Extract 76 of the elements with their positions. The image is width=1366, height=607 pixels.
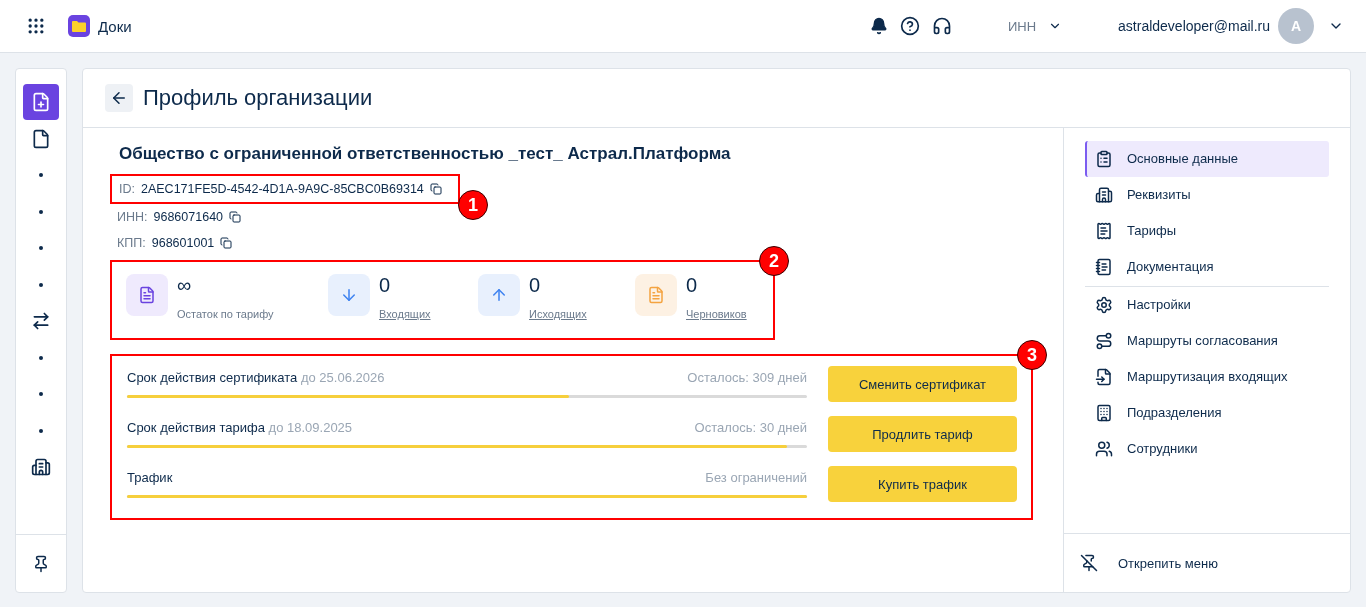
pin-icon[interactable]	[32, 554, 50, 573]
page-title: Профиль организации	[143, 85, 373, 111]
dot-icon	[39, 246, 43, 250]
limit-title: Срок действия сертификата до 25.06.2026	[127, 370, 385, 385]
help-button[interactable]	[899, 16, 920, 36]
callout-number: 1	[458, 190, 488, 220]
remaining-text: Осталось: 30 дней	[694, 420, 807, 435]
document-icon	[138, 286, 156, 304]
remaining-text: Осталось: 309 дней	[687, 370, 807, 385]
folder-logo-icon	[68, 15, 90, 37]
stat-link[interactable]: Исходящих	[529, 308, 587, 320]
copy-icon[interactable]	[429, 183, 442, 195]
action-button[interactable]: Сменить сертификат	[828, 366, 1017, 402]
nav-item[interactable]: Настройки	[1085, 287, 1329, 323]
remaining-text: Без ограничений	[705, 470, 807, 485]
inn-dropdown[interactable]: ИНН	[1007, 18, 1063, 34]
building-icon	[31, 457, 51, 477]
receipt-icon	[1095, 222, 1113, 240]
stat-value: 0	[379, 274, 392, 298]
file-input-icon	[1095, 368, 1113, 386]
building-icon	[1095, 186, 1113, 204]
action-button[interactable]: Купить трафик	[828, 466, 1017, 502]
arrow-down-icon	[340, 286, 358, 304]
nav-item[interactable]: Документация	[1085, 249, 1329, 285]
dot-icon	[39, 282, 43, 287]
stat-value: 0	[686, 274, 699, 298]
document-icon	[647, 286, 665, 304]
field-value: 968601001	[151, 236, 215, 250]
field-label: КПП:	[117, 236, 146, 250]
stat-value: 0	[529, 274, 542, 298]
nav-item[interactable]: Маршруты согласования	[1085, 323, 1329, 359]
unpin-icon	[1080, 554, 1098, 572]
field-value: 2AEC171FE5D-4542-4D1A-9A9C-85CBC0B69314	[141, 182, 424, 196]
document-icon	[1095, 258, 1113, 276]
organization-name: Общество с ограниченной ответственностью _тест_ Астрал.Платформа	[119, 144, 732, 164]
field-label: ИНН:	[117, 210, 148, 224]
copy-icon[interactable]	[220, 237, 233, 249]
document-icon	[31, 128, 51, 149]
nav-item[interactable]: Сотрудники	[1085, 431, 1329, 467]
dot-icon	[39, 173, 43, 177]
stat-value: ∞	[177, 274, 193, 298]
file-plus-icon	[31, 92, 51, 112]
stat-link[interactable]: Входящих	[379, 308, 431, 320]
stat-label: Остаток по тарифу	[177, 308, 274, 320]
user-email: astraldeveloper@mail.ru	[1118, 18, 1270, 34]
dot-icon	[39, 355, 43, 360]
rail-item[interactable]	[23, 84, 59, 120]
settings-icon	[1095, 296, 1113, 314]
users-icon	[1095, 440, 1113, 458]
nav-item[interactable]: Маршрутизация входящих	[1085, 359, 1329, 395]
notifications-button[interactable]	[869, 17, 888, 35]
unpin-menu-button[interactable]: Открепить меню	[1064, 533, 1350, 592]
field-value: 9686071640	[153, 210, 224, 224]
dot-icon	[39, 209, 43, 214]
dot-icon	[39, 428, 43, 433]
action-button[interactable]: Продлить тариф	[828, 416, 1017, 452]
copy-icon[interactable]	[229, 211, 242, 223]
callout-number: 3	[1017, 340, 1047, 370]
clipboard-icon	[1095, 150, 1113, 168]
back-button[interactable]	[105, 84, 133, 112]
nav-item[interactable]: Реквизиты	[1085, 177, 1329, 213]
app-name: Доки	[98, 17, 132, 35]
nav-item[interactable]: Тарифы	[1085, 213, 1329, 249]
support-button[interactable]	[931, 16, 952, 36]
office-icon	[1095, 404, 1113, 422]
nav-item[interactable]: Подразделения	[1085, 395, 1329, 431]
nav-item[interactable]: Основные данные	[1085, 141, 1329, 177]
apps-menu-button[interactable]	[26, 16, 46, 36]
field-label: ID:	[119, 182, 135, 196]
callout-number: 2	[759, 246, 789, 276]
exchange-icon	[31, 311, 51, 331]
limit-title: Срок действия тарифа до 18.09.2025	[127, 420, 353, 435]
limit-title: Трафик	[127, 470, 173, 485]
route-icon	[1095, 332, 1113, 350]
dot-icon	[39, 392, 43, 396]
stat-link[interactable]: Черновиков	[686, 308, 747, 320]
